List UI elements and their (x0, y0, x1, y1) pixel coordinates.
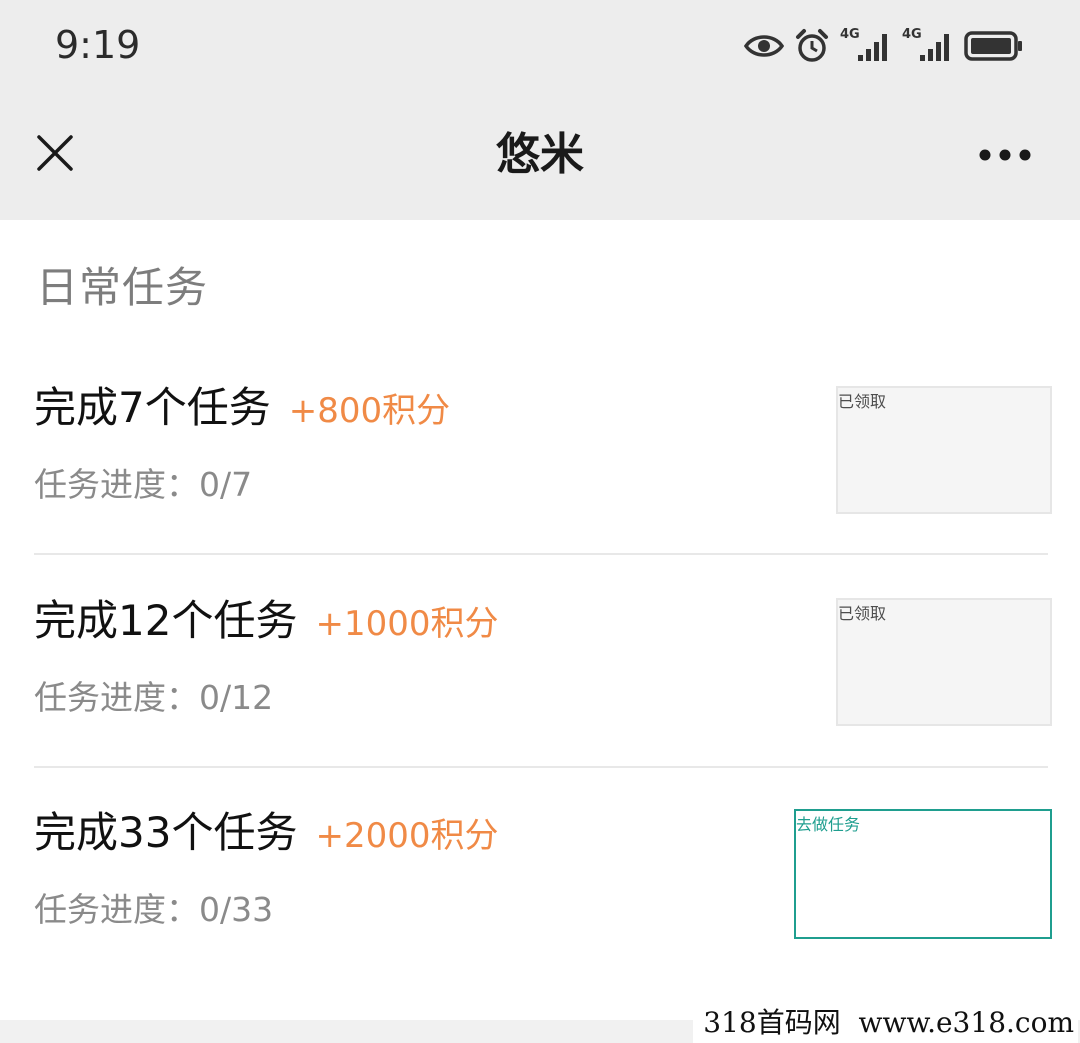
watermark-text: 318首码网 www.e318.com (693, 1003, 1078, 1043)
task-points: +800积分 (288, 391, 451, 431)
task-name-row: 完成33个任务 +2000积分 (34, 807, 498, 862)
task-name-row: 完成12个任务 +1000积分 (34, 595, 498, 650)
more-button[interactable] (970, 138, 1040, 174)
divider (34, 553, 1048, 555)
close-button[interactable] (30, 130, 80, 180)
header-area: 9:19 4G 4G 悠米 (0, 0, 1080, 220)
status-time: 9:19 (55, 23, 141, 67)
go-do-task-button[interactable]: 去做任务 (794, 809, 1052, 939)
task-name: 完成12个任务 (34, 596, 298, 645)
status-icons: 4G 4G (744, 24, 1024, 68)
claimed-button[interactable]: 已领取 (836, 598, 1052, 726)
divider (34, 766, 1048, 768)
task-progress: 任务进度：0/33 (34, 890, 274, 929)
task-name: 完成7个任务 (34, 383, 271, 432)
task-name: 完成33个任务 (34, 808, 298, 857)
signal-4g-icon: 4G (840, 27, 892, 63)
task-name-row: 完成7个任务 +800积分 (34, 382, 450, 437)
more-icon (978, 147, 1032, 166)
close-icon (35, 133, 75, 177)
section-title: 日常任务 (36, 263, 209, 312)
signal-4g-icon: 4G (902, 27, 954, 63)
task-progress: 任务进度：0/12 (34, 678, 274, 717)
task-progress: 任务进度：0/7 (34, 465, 253, 504)
page-title: 悠米 (496, 129, 584, 180)
claimed-button[interactable]: 已领取 (836, 386, 1052, 514)
battery-icon (964, 30, 1024, 62)
alarm-icon (794, 28, 830, 64)
task-points: +1000积分 (315, 604, 499, 644)
task-points: +2000积分 (315, 816, 499, 856)
eye-icon (744, 31, 784, 61)
